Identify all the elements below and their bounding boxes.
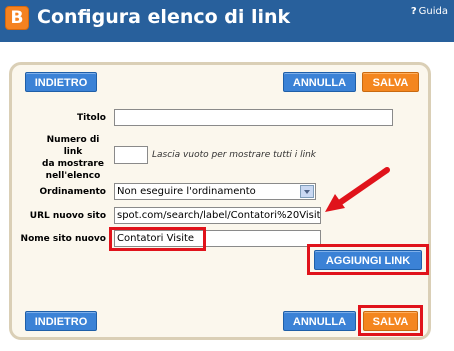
- link-count-label-line-2: da mostrare: [42, 159, 104, 169]
- link-count-input[interactable]: [114, 146, 148, 164]
- link-count-hint: Lascia vuoto per mostrare tutti i link: [152, 150, 317, 160]
- link-count-label: Numero di link da mostrare nell'elenco: [40, 134, 106, 182]
- sort-order-select[interactable]: Non eseguire l'ordinamento: [114, 183, 316, 200]
- red-arrow-annotation: [325, 167, 390, 212]
- title-label: Titolo: [77, 113, 106, 123]
- name-highlight-box: [109, 227, 206, 251]
- cancel-button-top[interactable]: ANNULLA: [283, 72, 356, 92]
- new-site-name-label: Nome sito nuovo: [20, 234, 106, 244]
- cancel-button-bottom[interactable]: ANNULLA: [283, 311, 356, 331]
- dialog-header: B Configura elenco di link ? Guida: [0, 0, 454, 42]
- link-count-label-line-1: Numero di link: [46, 135, 100, 157]
- blogger-logo-icon: B: [5, 6, 29, 30]
- help-link[interactable]: ? Guida: [411, 6, 448, 17]
- help-icon: ?: [410, 6, 417, 17]
- blogger-logo-letter: B: [10, 8, 24, 28]
- new-site-url-label: URL nuovo sito: [29, 211, 106, 221]
- add-link-button[interactable]: AGGIUNGI LINK: [314, 250, 422, 270]
- page-title: Configura elenco di link: [37, 6, 291, 28]
- chevron-down-icon[interactable]: [300, 185, 314, 198]
- link-count-label-line-3: nell'elenco: [45, 171, 101, 181]
- sort-order-selected-value: Non eseguire l'ordinamento: [117, 186, 256, 197]
- save-button-bottom[interactable]: SALVA: [363, 311, 418, 331]
- title-input[interactable]: [114, 109, 393, 126]
- back-button-top[interactable]: INDIETRO: [25, 72, 97, 92]
- new-site-url-input[interactable]: spot.com/search/label/Contatori%20Visite: [114, 207, 321, 224]
- save-button-top[interactable]: SALVA: [362, 72, 419, 92]
- back-button-bottom[interactable]: INDIETRO: [25, 311, 97, 331]
- help-label: Guida: [418, 6, 448, 17]
- sort-order-label: Ordinamento: [39, 187, 106, 197]
